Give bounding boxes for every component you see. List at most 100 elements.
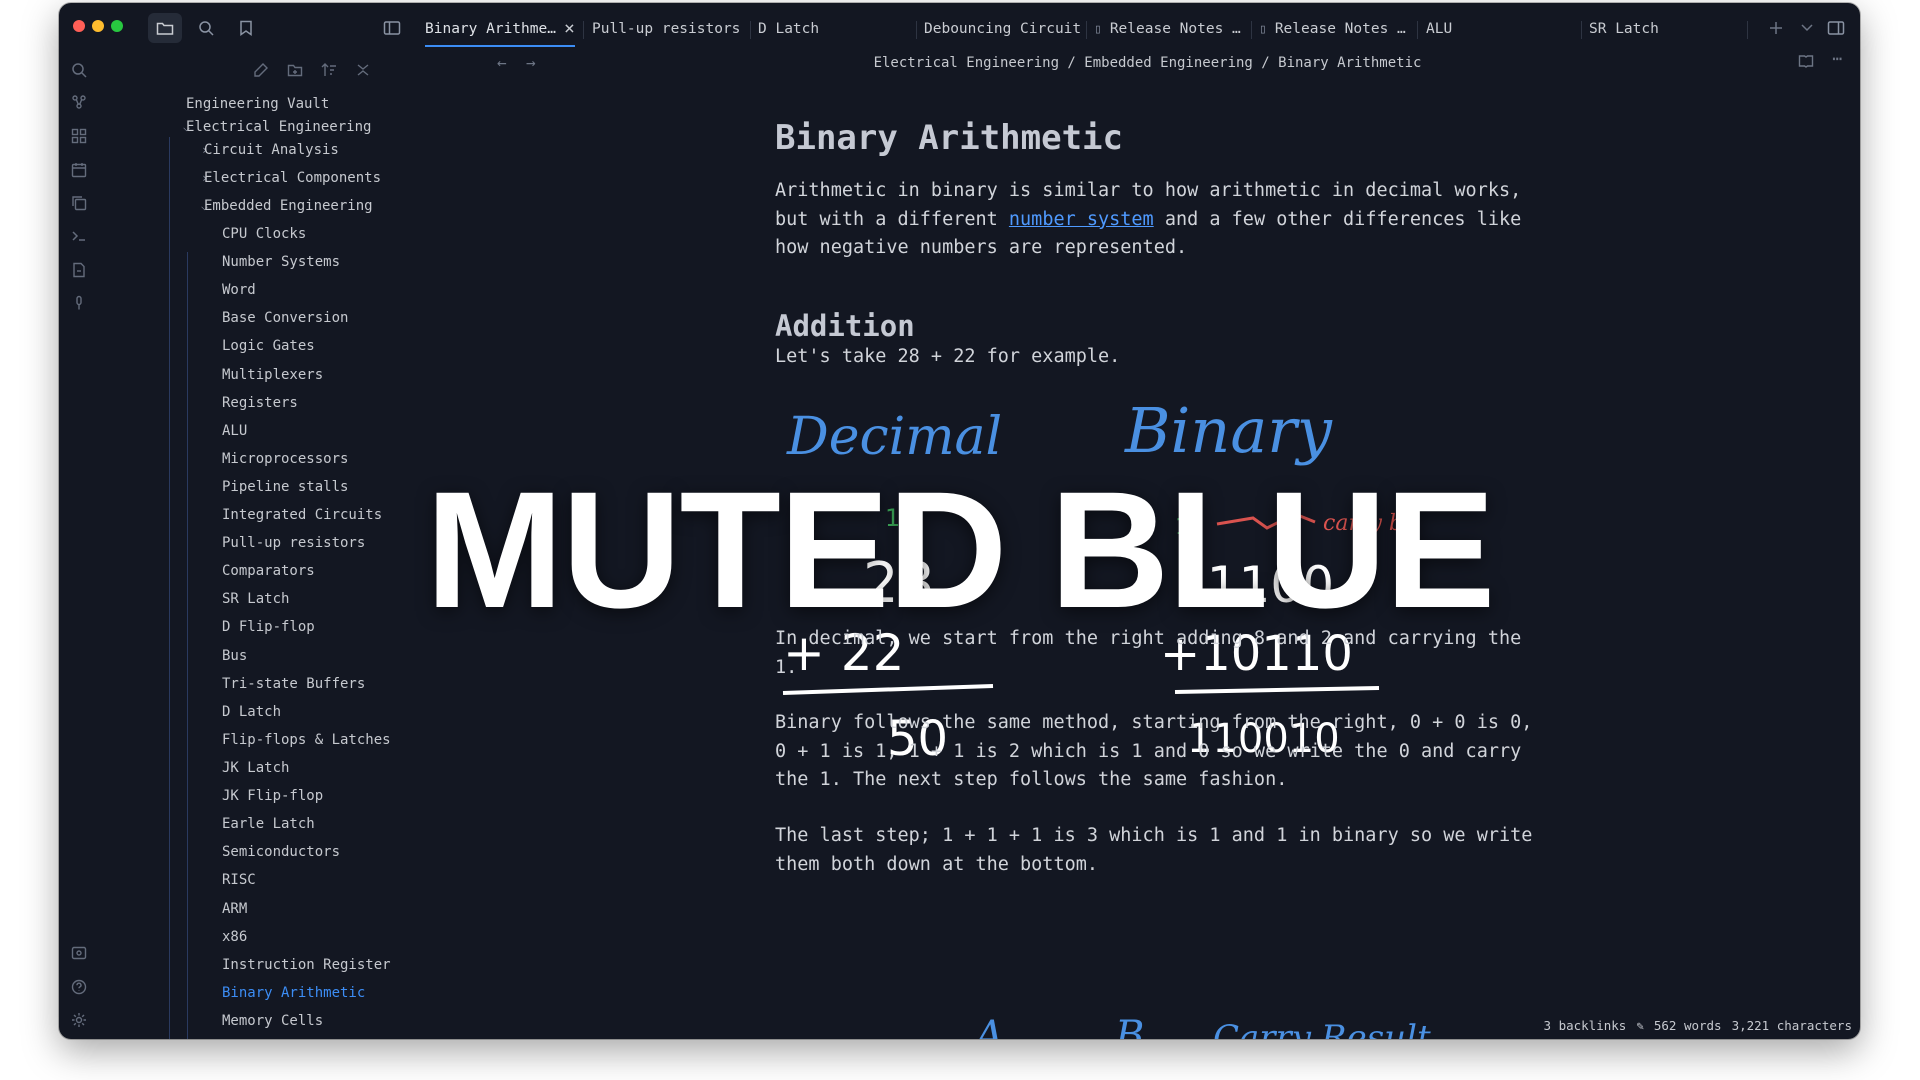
document-icon: ▯ xyxy=(1259,21,1267,37)
file-item[interactable]: D Latch xyxy=(222,699,281,725)
file-item[interactable]: Logic Gates xyxy=(222,333,315,359)
reading-view-icon[interactable] xyxy=(1798,53,1814,73)
terminal-icon[interactable] xyxy=(66,223,92,249)
file-item[interactable]: ALU xyxy=(222,418,247,444)
plus-icon[interactable] xyxy=(1759,13,1793,43)
backlinks-count[interactable]: 3 backlinks xyxy=(1544,1018,1627,1033)
file-item[interactable]: RISC xyxy=(222,867,256,893)
sort-icon[interactable] xyxy=(316,57,342,83)
breadcrumb[interactable]: Electrical Engineering / Embedded Engine… xyxy=(435,55,1860,71)
tab-alu[interactable]: ALU xyxy=(1426,11,1526,47)
folder-embedded-engineering[interactable]: Embedded Engineering xyxy=(204,193,373,219)
more-options-icon[interactable]: ⋯ xyxy=(1832,49,1842,68)
file-item[interactable]: x86 xyxy=(222,924,247,950)
maximize-window-button[interactable] xyxy=(111,20,123,32)
audio-icon[interactable] xyxy=(66,290,92,316)
new-note-icon[interactable] xyxy=(248,57,274,83)
search-icon[interactable] xyxy=(189,13,223,43)
tab-label: Debouncing Circuit xyxy=(924,21,1082,37)
file-item[interactable]: Memory Cells xyxy=(222,1008,323,1034)
word-count: 562 words xyxy=(1653,1018,1722,1033)
app-window: Binary Arithme… × Pull-up resistors D La… xyxy=(59,3,1860,1039)
tab-release-notes-1[interactable]: ▯ Release Notes … xyxy=(1094,11,1244,47)
tab-pull-up-resistors[interactable]: Pull-up resistors xyxy=(592,11,742,47)
sketch-binary-rule xyxy=(1174,686,1380,694)
template-icon[interactable] xyxy=(66,257,92,283)
file-item[interactable]: Earle Latch xyxy=(222,811,315,837)
file-item[interactable]: Flip-flops & Latches xyxy=(222,727,391,753)
right-sidebar-icon[interactable] xyxy=(1819,13,1853,43)
tab-divider xyxy=(750,21,751,39)
minimize-window-button[interactable] xyxy=(92,20,104,32)
tab-label: D Latch xyxy=(758,21,820,37)
search-icon[interactable] xyxy=(66,57,92,83)
bookmark-icon[interactable] xyxy=(229,13,263,43)
file-item[interactable]: JK Flip-flop xyxy=(222,783,323,809)
file-item[interactable]: Multiplexers xyxy=(222,362,323,388)
tab-binary-arithmetic[interactable]: Binary Arithme… × xyxy=(425,11,575,47)
sketch-col-a: A xyxy=(975,1013,1004,1039)
character-count: 3,221 characters xyxy=(1731,1018,1852,1033)
close-window-button[interactable] xyxy=(73,20,85,32)
paragraph-binary: Binary follows the same method, starting… xyxy=(775,712,1533,790)
sketch-col-carry: Carry xyxy=(1213,1018,1312,1039)
example-text: Let's take 28 + 22 for example. xyxy=(775,346,1121,367)
tab-divider xyxy=(583,21,584,39)
document-icon: ▯ xyxy=(1094,21,1102,37)
canvas-icon[interactable] xyxy=(66,123,92,149)
status-bar: 3 backlinks ✎ 562 words 3,221 characters xyxy=(1544,1018,1852,1033)
file-item[interactable]: Instruction Register xyxy=(222,952,391,978)
sketch-col-result: Result xyxy=(1320,1018,1431,1039)
collapse-icon[interactable] xyxy=(350,57,376,83)
folder-circuit-analysis[interactable]: Circuit Analysis xyxy=(204,137,339,163)
close-icon[interactable]: × xyxy=(564,20,575,38)
file-item[interactable]: Registers xyxy=(222,390,298,416)
sketch-decimal-rule xyxy=(782,684,994,695)
number-system-link[interactable]: number system xyxy=(1009,209,1154,230)
tab-label: Pull-up resistors xyxy=(592,21,741,37)
file-item[interactable]: Semiconductors xyxy=(222,839,340,865)
settings-icon[interactable] xyxy=(66,1007,92,1033)
intro-paragraph: Arithmetic in binary is similar to how a… xyxy=(775,177,1535,263)
file-item[interactable]: CPU Clocks xyxy=(222,221,306,247)
sketch-col-b: B xyxy=(1114,1013,1144,1039)
tab-label: Release Notes … xyxy=(1109,21,1241,37)
sidebar-toggle-icon[interactable] xyxy=(375,13,409,43)
note-title: Binary Arithmetic xyxy=(775,118,1123,158)
tab-divider xyxy=(1251,21,1252,39)
file-item[interactable]: Tri-state Buffers xyxy=(222,671,365,697)
vault-icon[interactable] xyxy=(66,940,92,966)
tab-bar: Binary Arithme… × Pull-up resistors D La… xyxy=(425,11,1860,47)
tab-label: SR Latch xyxy=(1589,21,1659,37)
overlay-caption: MUTED BLUE xyxy=(425,458,1495,643)
file-item[interactable]: JK Latch xyxy=(222,755,289,781)
graph-icon[interactable] xyxy=(66,89,92,115)
tab-release-notes-2[interactable]: ▯ Release Notes … xyxy=(1259,11,1409,47)
handwritten-truth-table-header: A B Carry Result xyxy=(975,1013,1431,1039)
folder-electrical-components[interactable]: Electrical Components xyxy=(204,165,381,191)
file-item[interactable]: Number Systems xyxy=(222,249,340,275)
folder-icon[interactable] xyxy=(148,13,182,43)
tab-sr-latch[interactable]: SR Latch xyxy=(1589,11,1709,47)
tab-label: Release Notes … xyxy=(1274,21,1406,37)
title-bar: Binary Arithme… × Pull-up resistors D La… xyxy=(59,3,1860,47)
paragraph-last-step: The last step; 1 + 1 + 1 is 3 which is 1… xyxy=(775,825,1533,875)
file-item[interactable]: ARM xyxy=(222,896,247,922)
tab-d-latch[interactable]: D Latch xyxy=(758,11,858,47)
help-icon[interactable] xyxy=(66,974,92,1000)
calendar-icon[interactable] xyxy=(66,157,92,183)
tab-debouncing-circuit[interactable]: Debouncing Circuit xyxy=(924,11,1084,47)
new-folder-icon[interactable] xyxy=(282,57,308,83)
tab-divider xyxy=(1747,21,1748,39)
tab-divider xyxy=(916,21,917,39)
section-heading-addition: Addition xyxy=(775,309,915,343)
tab-label: ALU xyxy=(1426,21,1453,37)
copy-icon[interactable] xyxy=(66,190,92,216)
file-item[interactable]: Base Conversion xyxy=(222,305,348,331)
tab-divider xyxy=(1581,21,1582,39)
file-item-active[interactable]: Binary Arithmetic xyxy=(222,980,365,1006)
file-item[interactable]: Bus xyxy=(222,643,247,669)
indent-guide xyxy=(187,252,188,1039)
edit-icon[interactable]: ✎ xyxy=(1636,1018,1644,1033)
file-item[interactable]: Word xyxy=(222,277,256,303)
